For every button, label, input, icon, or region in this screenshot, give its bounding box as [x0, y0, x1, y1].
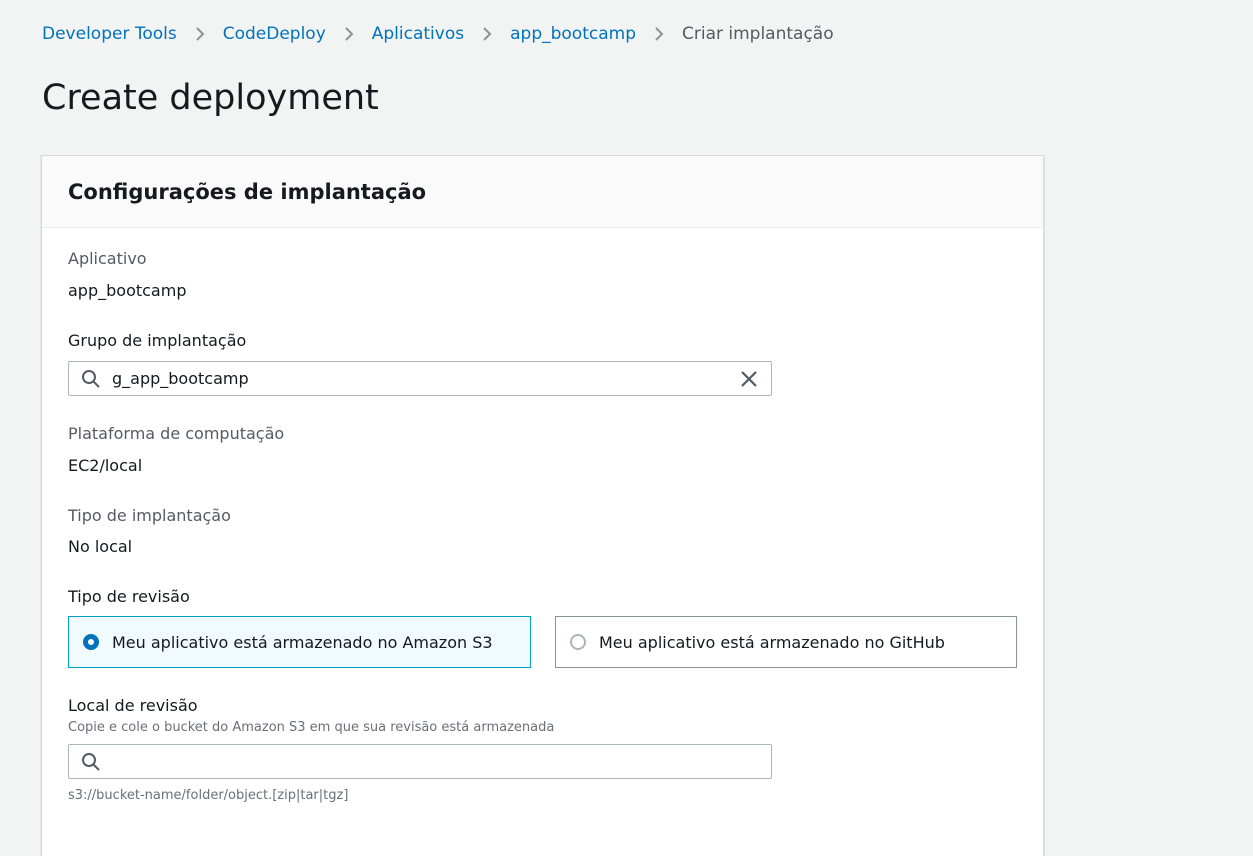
- compute-platform-value: EC2/local: [68, 456, 143, 475]
- deployment-group-input[interactable]: g_app_bootcamp: [68, 361, 772, 396]
- close-icon[interactable]: [739, 369, 759, 389]
- deployment-group-label: Grupo de implantação: [68, 331, 247, 350]
- deployment-settings-panel: Configurações de implantação Aplicativo …: [41, 155, 1044, 856]
- compute-platform-label: Plataforma de computação: [68, 424, 285, 443]
- revision-location-input[interactable]: [68, 744, 772, 779]
- breadcrumb-current: Criar implantação: [681, 24, 834, 44]
- breadcrumb: Developer Tools CodeDeploy Aplicativos a…: [42, 22, 834, 46]
- search-icon: [82, 752, 100, 771]
- revision-option-github[interactable]: Meu aplicativo está armazenado no GitHub: [555, 616, 1017, 668]
- revision-location-label: Local de revisão: [68, 696, 198, 715]
- breadcrumb-codedeploy[interactable]: CodeDeploy: [223, 24, 326, 44]
- search-icon: [82, 369, 100, 388]
- chevron-right-icon: [464, 26, 510, 42]
- revision-location-description: Copie e cole o bucket do Amazon S3 em qu…: [68, 720, 555, 735]
- radio-button-selected[interactable]: [83, 634, 99, 650]
- chevron-right-icon: [177, 26, 223, 42]
- deployment-group-value: g_app_bootcamp: [112, 369, 249, 388]
- page-title: Create deployment: [42, 78, 379, 118]
- deployment-type-label: Tipo de implantação: [68, 506, 231, 525]
- breadcrumb-aplicativos[interactable]: Aplicativos: [372, 24, 464, 44]
- revision-location-hint: s3://bucket-name/folder/object.[zip|tar|…: [68, 788, 349, 803]
- breadcrumb-app-bootcamp[interactable]: app_bootcamp: [510, 24, 636, 44]
- revision-option-s3[interactable]: Meu aplicativo está armazenado no Amazon…: [68, 616, 531, 668]
- panel-title: Configurações de implantação: [68, 179, 427, 204]
- radio-button-unselected[interactable]: [570, 634, 586, 650]
- chevron-right-icon: [326, 26, 372, 42]
- revision-option-s3-label: Meu aplicativo está armazenado no Amazon…: [112, 632, 493, 652]
- revision-type-label: Tipo de revisão: [68, 587, 190, 606]
- deployment-type-value: No local: [68, 537, 133, 556]
- breadcrumb-developer-tools[interactable]: Developer Tools: [42, 24, 177, 44]
- application-label: Aplicativo: [68, 249, 147, 268]
- revision-option-github-label: Meu aplicativo está armazenado no GitHub: [599, 632, 945, 652]
- application-value: app_bootcamp: [68, 281, 187, 300]
- chevron-right-icon: [636, 26, 682, 42]
- panel-header: Configurações de implantação: [42, 156, 1043, 228]
